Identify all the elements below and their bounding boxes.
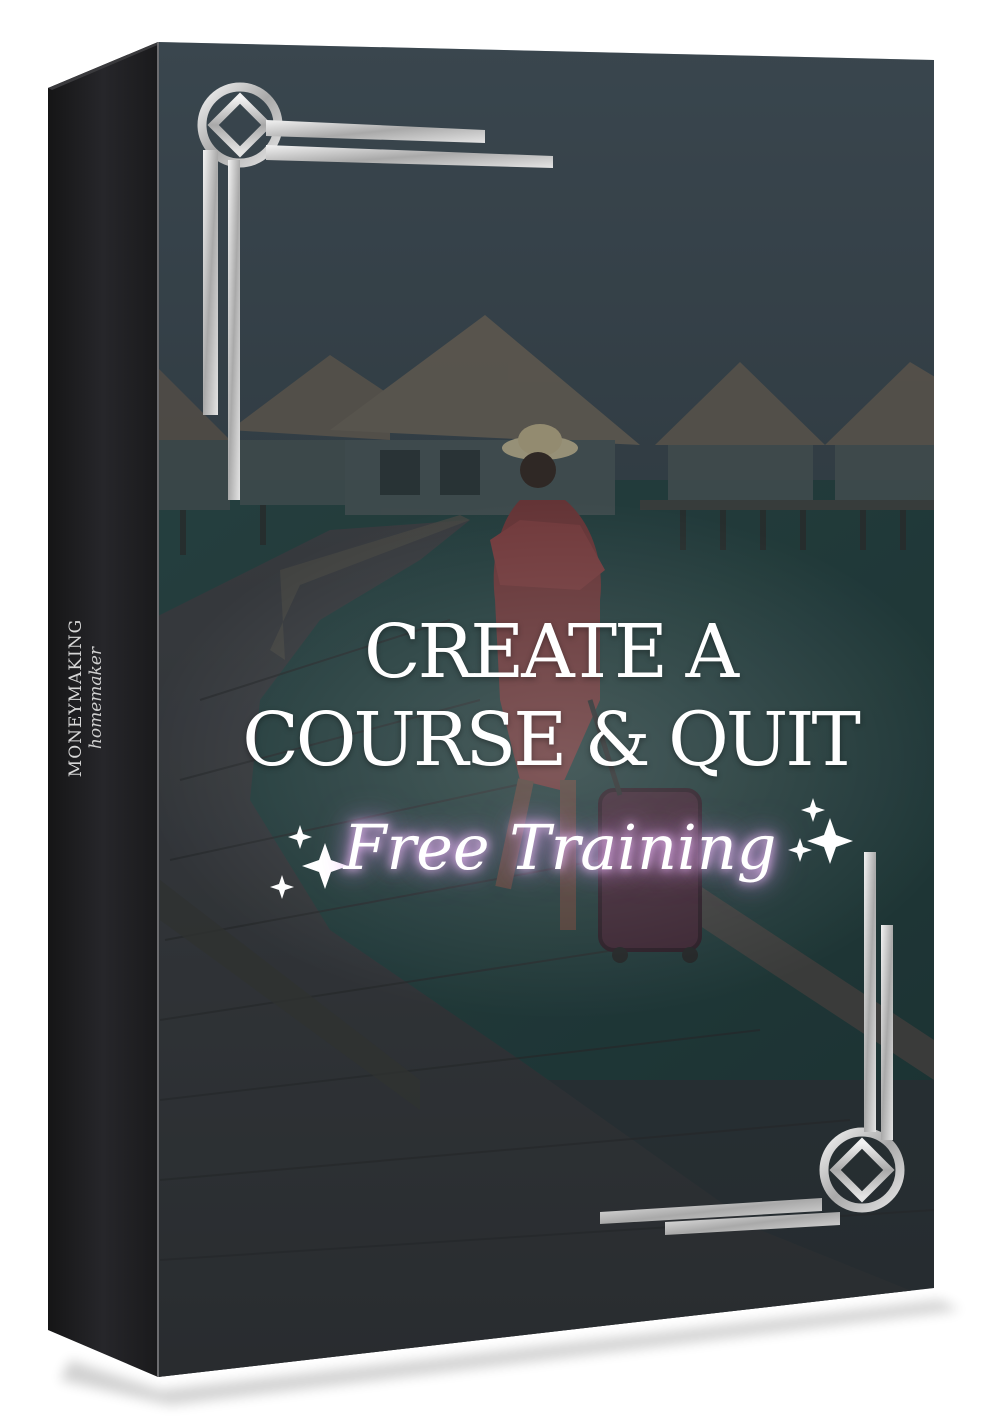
spine-brand-line1: MONEYMAKING <box>66 618 86 778</box>
cover-title-line2: COURSE & QUIT <box>242 697 861 783</box>
spine-brand-line2: homemaker <box>86 646 106 750</box>
cover-title-line1: CREATE A <box>363 609 739 695</box>
cover-subtitle: Free Training <box>343 811 777 884</box>
spine-brand-logo: MONEYMAKING homemaker <box>58 578 118 818</box>
